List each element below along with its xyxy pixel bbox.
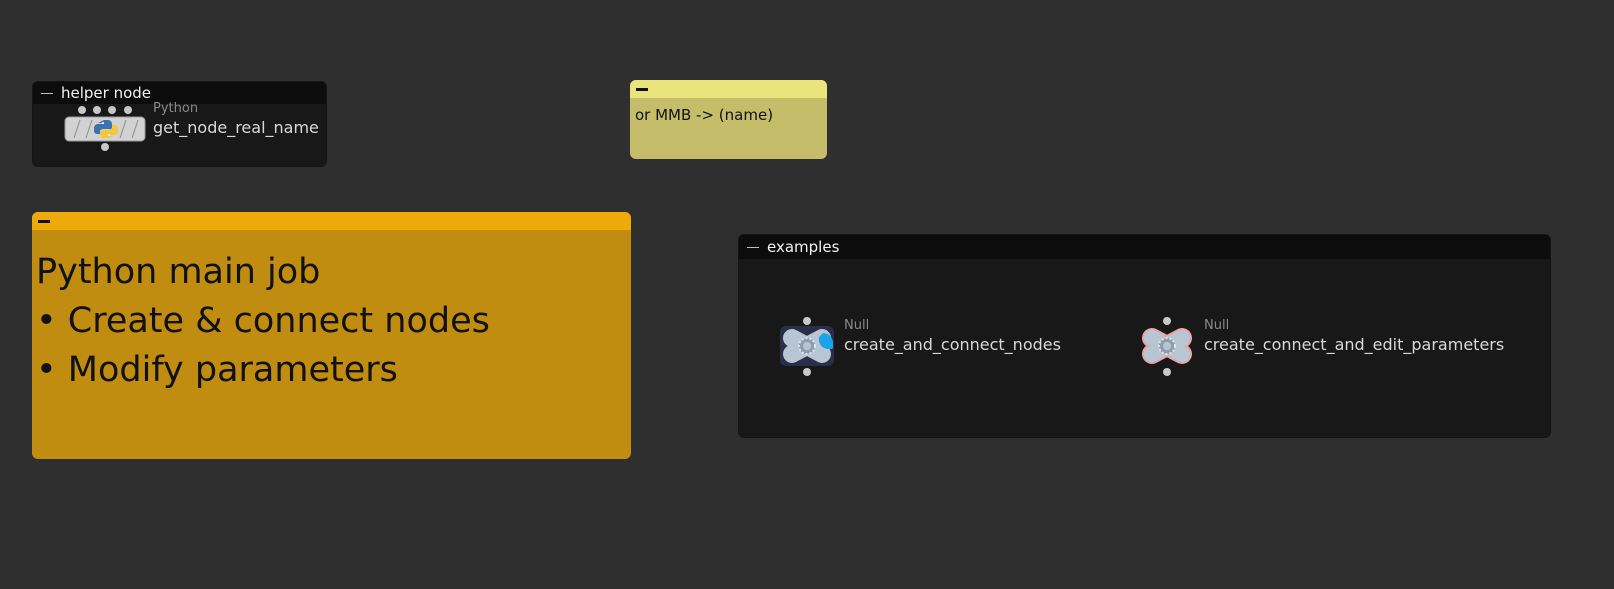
sticky-header[interactable]: [630, 80, 827, 98]
python-icon[interactable]: [64, 116, 146, 142]
collapse-icon[interactable]: [747, 246, 759, 248]
null-node[interactable]: Null create_connect_and_edit_parameters: [1137, 317, 1537, 377]
null-icon[interactable]: [1137, 323, 1197, 369]
network-editor-canvas[interactable]: helper node Python get_node_real_name or…: [0, 0, 1614, 589]
python-node[interactable]: Python get_node_real_name: [64, 101, 324, 154]
node-type-label: Null: [1204, 318, 1230, 333]
sticky-text: or MMB -> (name): [635, 106, 774, 124]
sticky-note-orange[interactable]: Python main job • Create & connect nodes…: [32, 212, 631, 459]
input-connector[interactable]: [108, 106, 116, 114]
output-connector[interactable]: [803, 368, 811, 376]
node-name-label[interactable]: create_connect_and_edit_parameters: [1204, 335, 1504, 354]
sticky-text: Python main job • Create & connect nodes…: [32, 230, 631, 395]
collapse-icon[interactable]: [636, 87, 648, 91]
network-box-header[interactable]: examples: [739, 235, 1550, 259]
sticky-line: • Modify parameters: [36, 350, 398, 390]
sticky-note-yellow[interactable]: or MMB -> (name): [630, 80, 827, 159]
input-connector[interactable]: [93, 106, 101, 114]
collapse-icon[interactable]: [41, 92, 53, 94]
node-type-label: Python: [153, 101, 199, 116]
sticky-header[interactable]: [32, 212, 631, 230]
collapse-icon[interactable]: [38, 219, 50, 223]
output-connector[interactable]: [1163, 368, 1171, 376]
network-box-title: examples: [767, 238, 840, 256]
null-icon[interactable]: [777, 323, 837, 369]
node-name-label[interactable]: get_node_real_name: [153, 118, 319, 137]
input-connector[interactable]: [124, 106, 132, 114]
sticky-line: Python main job: [36, 252, 321, 292]
output-connector[interactable]: [101, 143, 109, 151]
node-type-label: Null: [844, 318, 870, 333]
null-node[interactable]: Null create_and_connect_nodes: [777, 317, 1077, 377]
sticky-line: • Create & connect nodes: [36, 301, 490, 341]
node-name-label[interactable]: create_and_connect_nodes: [844, 335, 1061, 354]
input-connector[interactable]: [78, 106, 86, 114]
network-box-title: helper node: [61, 84, 152, 102]
